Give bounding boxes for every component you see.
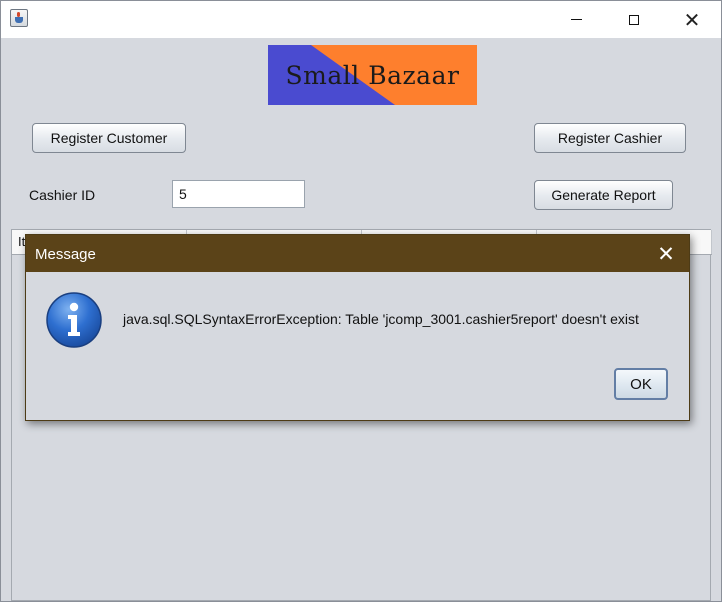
close-icon: ✕ xyxy=(657,241,675,266)
title-bar[interactable]: ✕ xyxy=(1,1,721,38)
minimize-button[interactable] xyxy=(553,1,599,38)
generate-report-button[interactable]: Generate Report xyxy=(534,180,673,210)
logo-text: Small Bazaar xyxy=(285,60,460,90)
small-bazaar-logo: Small Bazaar xyxy=(268,45,477,105)
minimize-icon xyxy=(570,19,582,20)
close-window-button[interactable]: ✕ xyxy=(669,1,715,38)
close-icon: ✕ xyxy=(683,7,701,32)
cashier-id-input[interactable]: 5 xyxy=(172,180,305,208)
error-message-text: java.sql.SQLSyntaxErrorException: Table … xyxy=(123,311,639,327)
app-window: ✕ Small Bazaar Register Customer Registe… xyxy=(0,0,722,602)
maximize-button[interactable] xyxy=(611,1,657,38)
dialog-title-bar[interactable]: Message ✕ xyxy=(26,235,689,272)
cashier-id-label: Cashier ID xyxy=(29,187,96,203)
dialog-title: Message xyxy=(35,246,96,263)
dialog-close-button[interactable]: ✕ xyxy=(643,235,689,272)
info-icon xyxy=(46,292,102,348)
ok-button[interactable]: OK xyxy=(614,368,668,400)
register-cashier-button[interactable]: Register Cashier xyxy=(534,123,686,153)
register-customer-button[interactable]: Register Customer xyxy=(32,123,186,153)
message-dialog: Message ✕ java.sql.SQLSyntaxErrorExcepti… xyxy=(25,234,690,421)
maximize-icon xyxy=(629,14,639,25)
java-app-icon[interactable] xyxy=(10,9,28,27)
